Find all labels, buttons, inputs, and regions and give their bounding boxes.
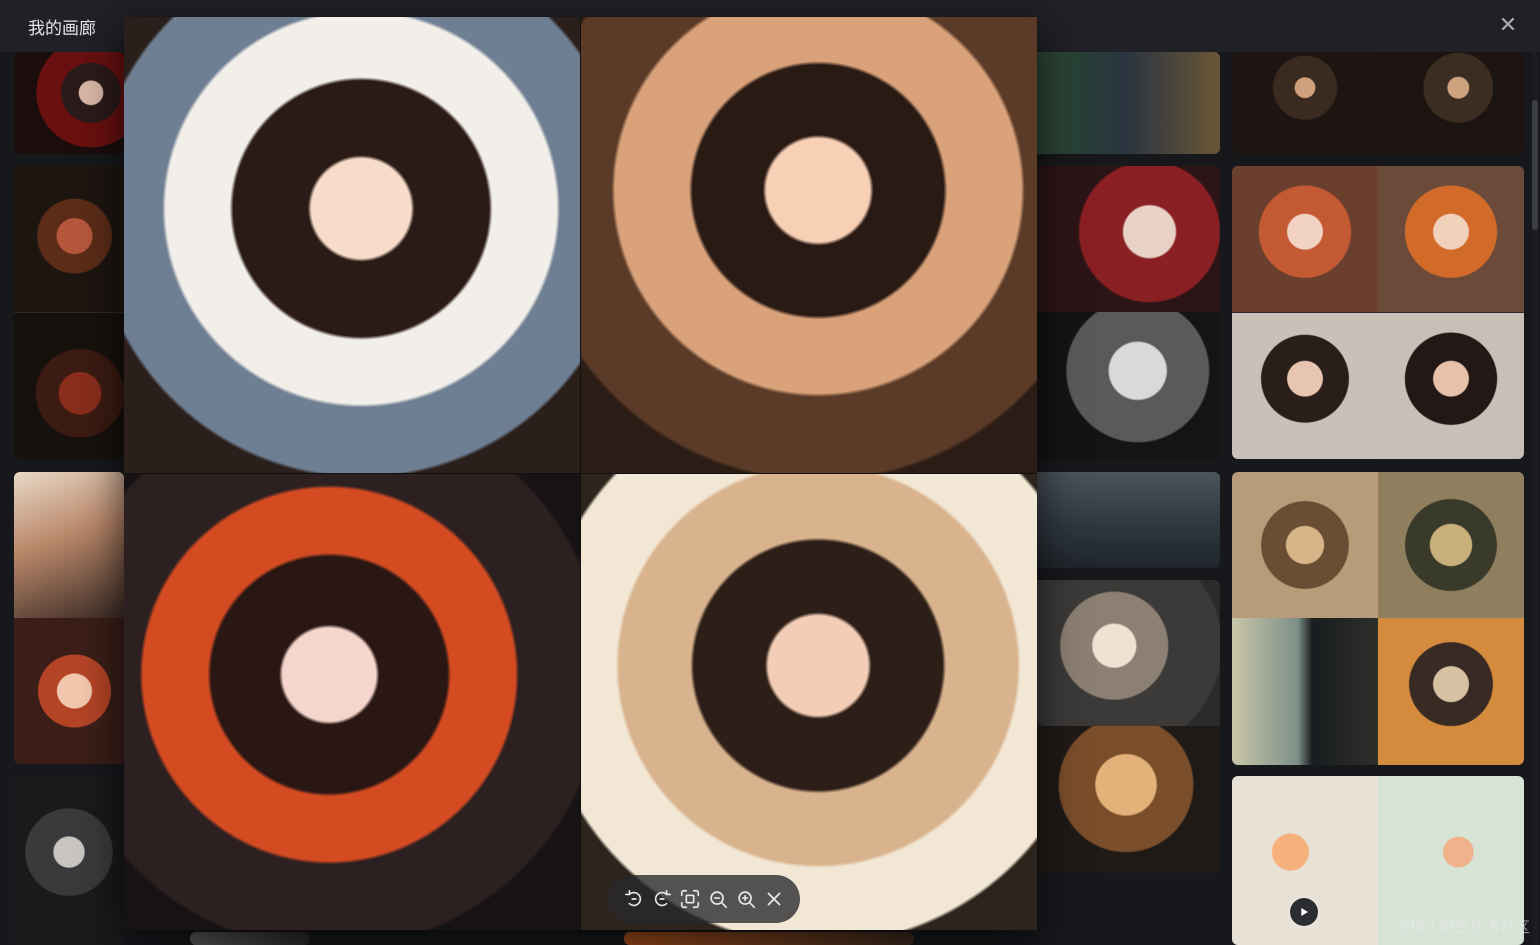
gallery-card[interactable]	[14, 776, 124, 945]
preview-image-top-right	[581, 17, 1037, 473]
rotate-left-icon[interactable]	[622, 887, 646, 911]
gallery-card[interactable]	[1232, 472, 1524, 765]
thumbnail	[14, 618, 124, 764]
thumbnail	[14, 166, 124, 312]
close-icon[interactable]	[762, 887, 786, 911]
thumbnail	[624, 932, 914, 945]
thumbnail	[1232, 52, 1378, 154]
gallery-card[interactable]	[14, 472, 124, 764]
image-preview[interactable]	[124, 17, 1037, 930]
thumbnail	[1378, 313, 1524, 459]
thumbnail	[1232, 472, 1378, 618]
gallery-card[interactable]	[1232, 52, 1524, 154]
gallery-card[interactable]	[190, 932, 310, 945]
gallery-card[interactable]	[14, 52, 124, 154]
thumbnail	[14, 52, 124, 154]
zoom-out-icon[interactable]	[706, 887, 730, 911]
gallery-card[interactable]	[14, 166, 124, 459]
gallery-card[interactable]	[1232, 166, 1524, 459]
rotate-right-icon[interactable]	[650, 887, 674, 911]
window-title: 我的画廊	[28, 19, 96, 39]
gallery-card[interactable]	[624, 932, 914, 945]
thumbnail	[1232, 166, 1378, 312]
preview-toolbar	[608, 875, 800, 923]
play-icon[interactable]	[1290, 898, 1318, 926]
preview-image-bottom-right	[581, 474, 1037, 930]
scrollbar-thumb[interactable]	[1532, 100, 1538, 230]
gallery-window: 我的画廊 ✕ @稀土掘金技术社区	[0, 0, 1540, 945]
thumbnail	[14, 776, 124, 945]
watermark: @稀土掘金技术社区	[1394, 918, 1530, 936]
thumbnail	[1232, 313, 1378, 459]
thumbnail	[190, 932, 310, 945]
preview-image-top-left	[124, 17, 580, 473]
vertical-scrollbar[interactable]	[1532, 52, 1538, 945]
close-window-icon[interactable]: ✕	[1494, 12, 1522, 40]
zoom-in-icon[interactable]	[734, 887, 758, 911]
fit-screen-icon[interactable]	[678, 887, 702, 911]
thumbnail	[1378, 472, 1524, 618]
preview-image-bottom-left	[124, 474, 580, 930]
thumbnail	[1232, 618, 1378, 765]
thumbnail	[1378, 52, 1524, 154]
thumbnail	[1378, 166, 1524, 312]
thumbnail	[14, 472, 124, 618]
thumbnail	[14, 313, 124, 459]
thumbnail	[1378, 618, 1524, 765]
